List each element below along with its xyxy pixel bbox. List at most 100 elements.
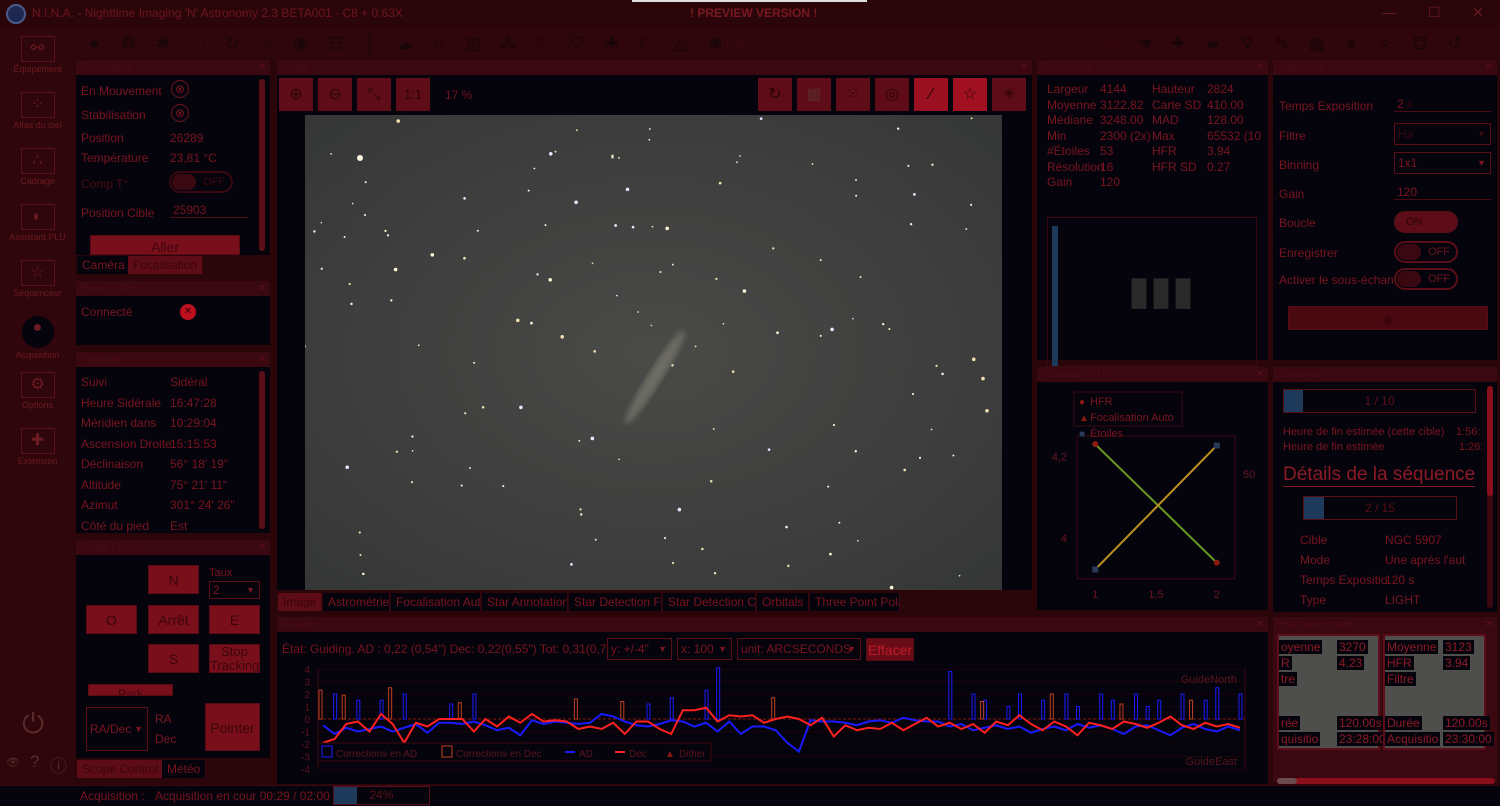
fit-to-screen-button[interactable]: ⤡ (357, 78, 391, 111)
rotate-icon[interactable]: ↻ (221, 33, 243, 55)
binning-select[interactable]: 1x1 ▼ (1394, 152, 1491, 174)
annotate-icon[interactable]: ✳ (992, 78, 1026, 111)
move-east-button[interactable]: E (209, 605, 260, 634)
tab-image-5[interactable]: Star Detection C (663, 593, 756, 611)
tab-image-2[interactable]: Focalisation Aut (391, 593, 481, 611)
filter-select[interactable]: Ha ▼ (1394, 123, 1491, 145)
save-toggle[interactable]: OFF (1394, 241, 1458, 263)
stop-button[interactable]: Arrêt (148, 605, 199, 634)
close-panel-icon[interactable]: ✕ (1485, 617, 1493, 632)
close-panel-icon[interactable]: ✕ (258, 60, 266, 75)
safety-icon[interactable]: ⁂ (497, 33, 519, 55)
tab-image-4[interactable]: Star Detection F (569, 593, 662, 611)
focuser-icon[interactable]: ✱ (152, 33, 174, 55)
brush-icon[interactable]: ✎ (1271, 33, 1293, 55)
frame-icon[interactable]: ⚃ (1409, 33, 1431, 55)
ai-icon[interactable]: ✧ (1375, 33, 1397, 55)
tab-focuser[interactable]: Focalisation (128, 256, 204, 274)
stop-tracking-button[interactable]: Stop Tracking (209, 644, 260, 673)
move-north-button[interactable]: N (148, 565, 199, 594)
camera-icon[interactable]: ● (83, 33, 105, 55)
scrollbar[interactable] (1487, 386, 1493, 608)
nav-item[interactable]: ● Acquisition (0, 316, 75, 360)
star-icon[interactable]: ☆ (953, 78, 987, 111)
star-icon[interactable]: ★ (1340, 33, 1362, 55)
park-button[interactable]: Park (88, 684, 173, 696)
crosshair-icon[interactable]: ✚ (1168, 33, 1190, 55)
hand-icon[interactable]: ☚ (1133, 33, 1155, 55)
tab-scope-control[interactable]: Scope Control (77, 760, 165, 778)
maximize-button[interactable]: ☐ (1428, 4, 1441, 21)
loop-toggle[interactable]: ON (1394, 211, 1458, 233)
zoom-out-button[interactable]: ⊖ (318, 78, 352, 111)
nav-item[interactable]: ⚙ Options (0, 372, 75, 410)
slew-button[interactable]: Pointer (205, 703, 260, 751)
equalizer-icon[interactable]: ║ (359, 33, 381, 55)
exposure-input[interactable]: 2 s (1394, 97, 1491, 112)
infos-label[interactable]: Infos (726, 38, 750, 50)
search-icon[interactable]: ⚲ (1237, 33, 1259, 55)
guider-icon[interactable]: ◉ (290, 33, 312, 55)
wheel-icon[interactable]: ✺ (704, 33, 726, 55)
tab-image-7[interactable]: Three Point Pola (810, 593, 900, 611)
minimize-button[interactable]: — (1382, 4, 1396, 20)
switch-icon[interactable]: ☷ (325, 33, 347, 55)
nav-item[interactable]: ∴ Cadrage (0, 148, 75, 186)
scrollbar[interactable] (259, 371, 265, 529)
history-scrollbar[interactable] (1277, 778, 1495, 784)
rotator-icon[interactable]: ⬚ (187, 33, 209, 55)
tab-weather[interactable]: Météo (162, 760, 207, 778)
close-panel-icon[interactable]: ✕ (1485, 60, 1493, 75)
history-thumbnail[interactable]: oyenne 3270 R 4.23 tre rée 120.00s quisitio… (1277, 634, 1388, 750)
target-position-input[interactable]: 25903 (170, 203, 248, 218)
bulb-icon[interactable]: ♡ (532, 33, 554, 55)
tab-image-1[interactable]: Astrométrie (323, 593, 390, 611)
flat-icon[interactable]: ▥ (463, 33, 485, 55)
temp-comp-toggle[interactable]: OFF (169, 171, 233, 193)
coordinate-mode-select[interactable]: RA/Dec ▼ (86, 707, 148, 751)
panorama-icon[interactable]: △ (670, 33, 692, 55)
star-detection-icon[interactable]: ⁙ (836, 78, 870, 111)
gain-input[interactable]: 120 (1394, 185, 1491, 200)
close-panel-icon[interactable]: ✕ (258, 540, 266, 555)
calculator-icon[interactable]: ▦ (1306, 33, 1328, 55)
nav-item[interactable]: ◐ Assistant PLU (0, 204, 75, 242)
plugin-icon[interactable]: ✚ (601, 33, 623, 55)
subsample-toggle[interactable]: OFF (1394, 268, 1458, 290)
grid-icon[interactable]: ▦ (797, 78, 831, 111)
tab-camera[interactable]: Caméra (77, 256, 131, 274)
filter-wheel-icon[interactable]: ❂ (118, 33, 140, 55)
nav-item[interactable]: ✚ Extension (0, 428, 75, 466)
close-button[interactable]: ✕ (1472, 4, 1484, 21)
power-icon[interactable]: ⏻ (22, 708, 44, 741)
rate-select[interactable]: 2 ▼ (209, 581, 260, 599)
help-icon[interactable]: ? (30, 752, 39, 772)
zoom-in-button[interactable]: ⊕ (279, 78, 313, 111)
auto-stretch-wand-icon[interactable]: ⁄ (914, 78, 948, 111)
y-scale-select[interactable]: y: +/-4" ▼ (607, 638, 672, 660)
history-icon[interactable]: ↺ (1444, 33, 1466, 55)
scrollbar[interactable] (259, 79, 265, 251)
tab-image-6[interactable]: Orbitals (757, 593, 809, 611)
close-panel-icon[interactable]: ✕ (258, 281, 266, 296)
crosshair-icon[interactable]: ◎ (875, 78, 909, 111)
eye-icon[interactable]: 👁 (6, 756, 20, 769)
close-panel-icon[interactable]: ✕ (1020, 60, 1028, 75)
telescope-icon[interactable]: ⟋ (256, 33, 278, 55)
close-panel-icon[interactable]: ✕ (1256, 617, 1264, 632)
dome-icon[interactable]: ⌂ (428, 33, 450, 55)
moon-icon[interactable]: ☾ (635, 33, 657, 55)
close-panel-icon[interactable]: ✕ (1256, 367, 1264, 382)
nav-item[interactable]: ⁘ Atlas du ciel (0, 92, 75, 130)
tab-image-3[interactable]: Star Annotation (482, 593, 568, 611)
focuser-go-button[interactable]: Aller (90, 235, 240, 255)
shield-icon[interactable]: ⛉ (566, 33, 588, 55)
close-panel-icon[interactable]: ✕ (258, 352, 266, 367)
start-capture-button[interactable]: ◉ (1288, 306, 1488, 330)
rotate-icon[interactable]: ↻ (758, 78, 792, 111)
weather-icon[interactable]: ☁ (394, 33, 416, 55)
unit-select[interactable]: unit: ARCSECONDS ▼ (737, 638, 861, 660)
nav-item[interactable]: ☆ Séquenceur (0, 260, 75, 298)
move-south-button[interactable]: S (148, 644, 199, 673)
ruler-icon[interactable]: ▰ (1202, 33, 1224, 55)
